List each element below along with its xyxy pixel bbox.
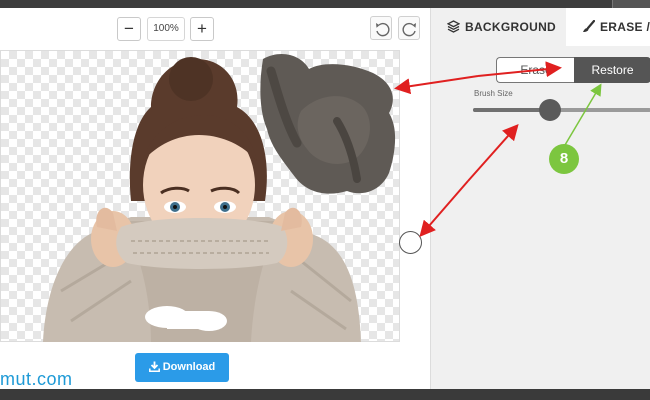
brush-icon	[583, 19, 596, 32]
watermark-text: mut.com	[0, 369, 73, 389]
zoom-level: 100%	[147, 17, 185, 41]
top-bar	[0, 0, 650, 8]
zoom-out-button[interactable]: −	[117, 17, 141, 41]
brush-size-label: Brush Size	[474, 89, 513, 98]
redo-button[interactable]	[398, 16, 420, 40]
top-bar-tab[interactable]	[612, 0, 650, 8]
layers-icon	[446, 20, 461, 33]
download-label: Download	[162, 361, 216, 373]
tab-erase-label: ERASE / RESTORE	[600, 20, 650, 34]
editor-page: − 100% + mut.com Download BACKGROUND ERA…	[0, 0, 650, 400]
step-number-badge: 8	[549, 144, 579, 174]
cutout-photo	[43, 54, 396, 342]
download-button[interactable]: Download	[135, 353, 229, 382]
restore-mode-button[interactable]: Restore	[574, 57, 650, 83]
undo-button[interactable]	[370, 16, 392, 40]
brush-size-slider-thumb[interactable]	[538, 99, 561, 121]
tab-erase-restore[interactable]: ERASE / RESTORE	[566, 8, 650, 46]
erase-mode-button[interactable]: Erase	[496, 57, 575, 83]
restore-brush-strokes	[260, 54, 396, 194]
tab-background[interactable]: BACKGROUND	[431, 8, 566, 46]
redo-icon	[402, 22, 416, 37]
right-panel: BACKGROUND ERASE / RESTORE Erase Restore…	[430, 8, 650, 389]
bottom-bar	[0, 389, 650, 400]
edit-canvas[interactable]	[0, 50, 400, 342]
download-icon	[148, 361, 160, 372]
brush-cursor	[399, 231, 422, 254]
undo-icon	[376, 22, 390, 37]
tab-background-label: BACKGROUND	[465, 20, 556, 34]
zoom-in-button[interactable]: +	[190, 17, 214, 41]
